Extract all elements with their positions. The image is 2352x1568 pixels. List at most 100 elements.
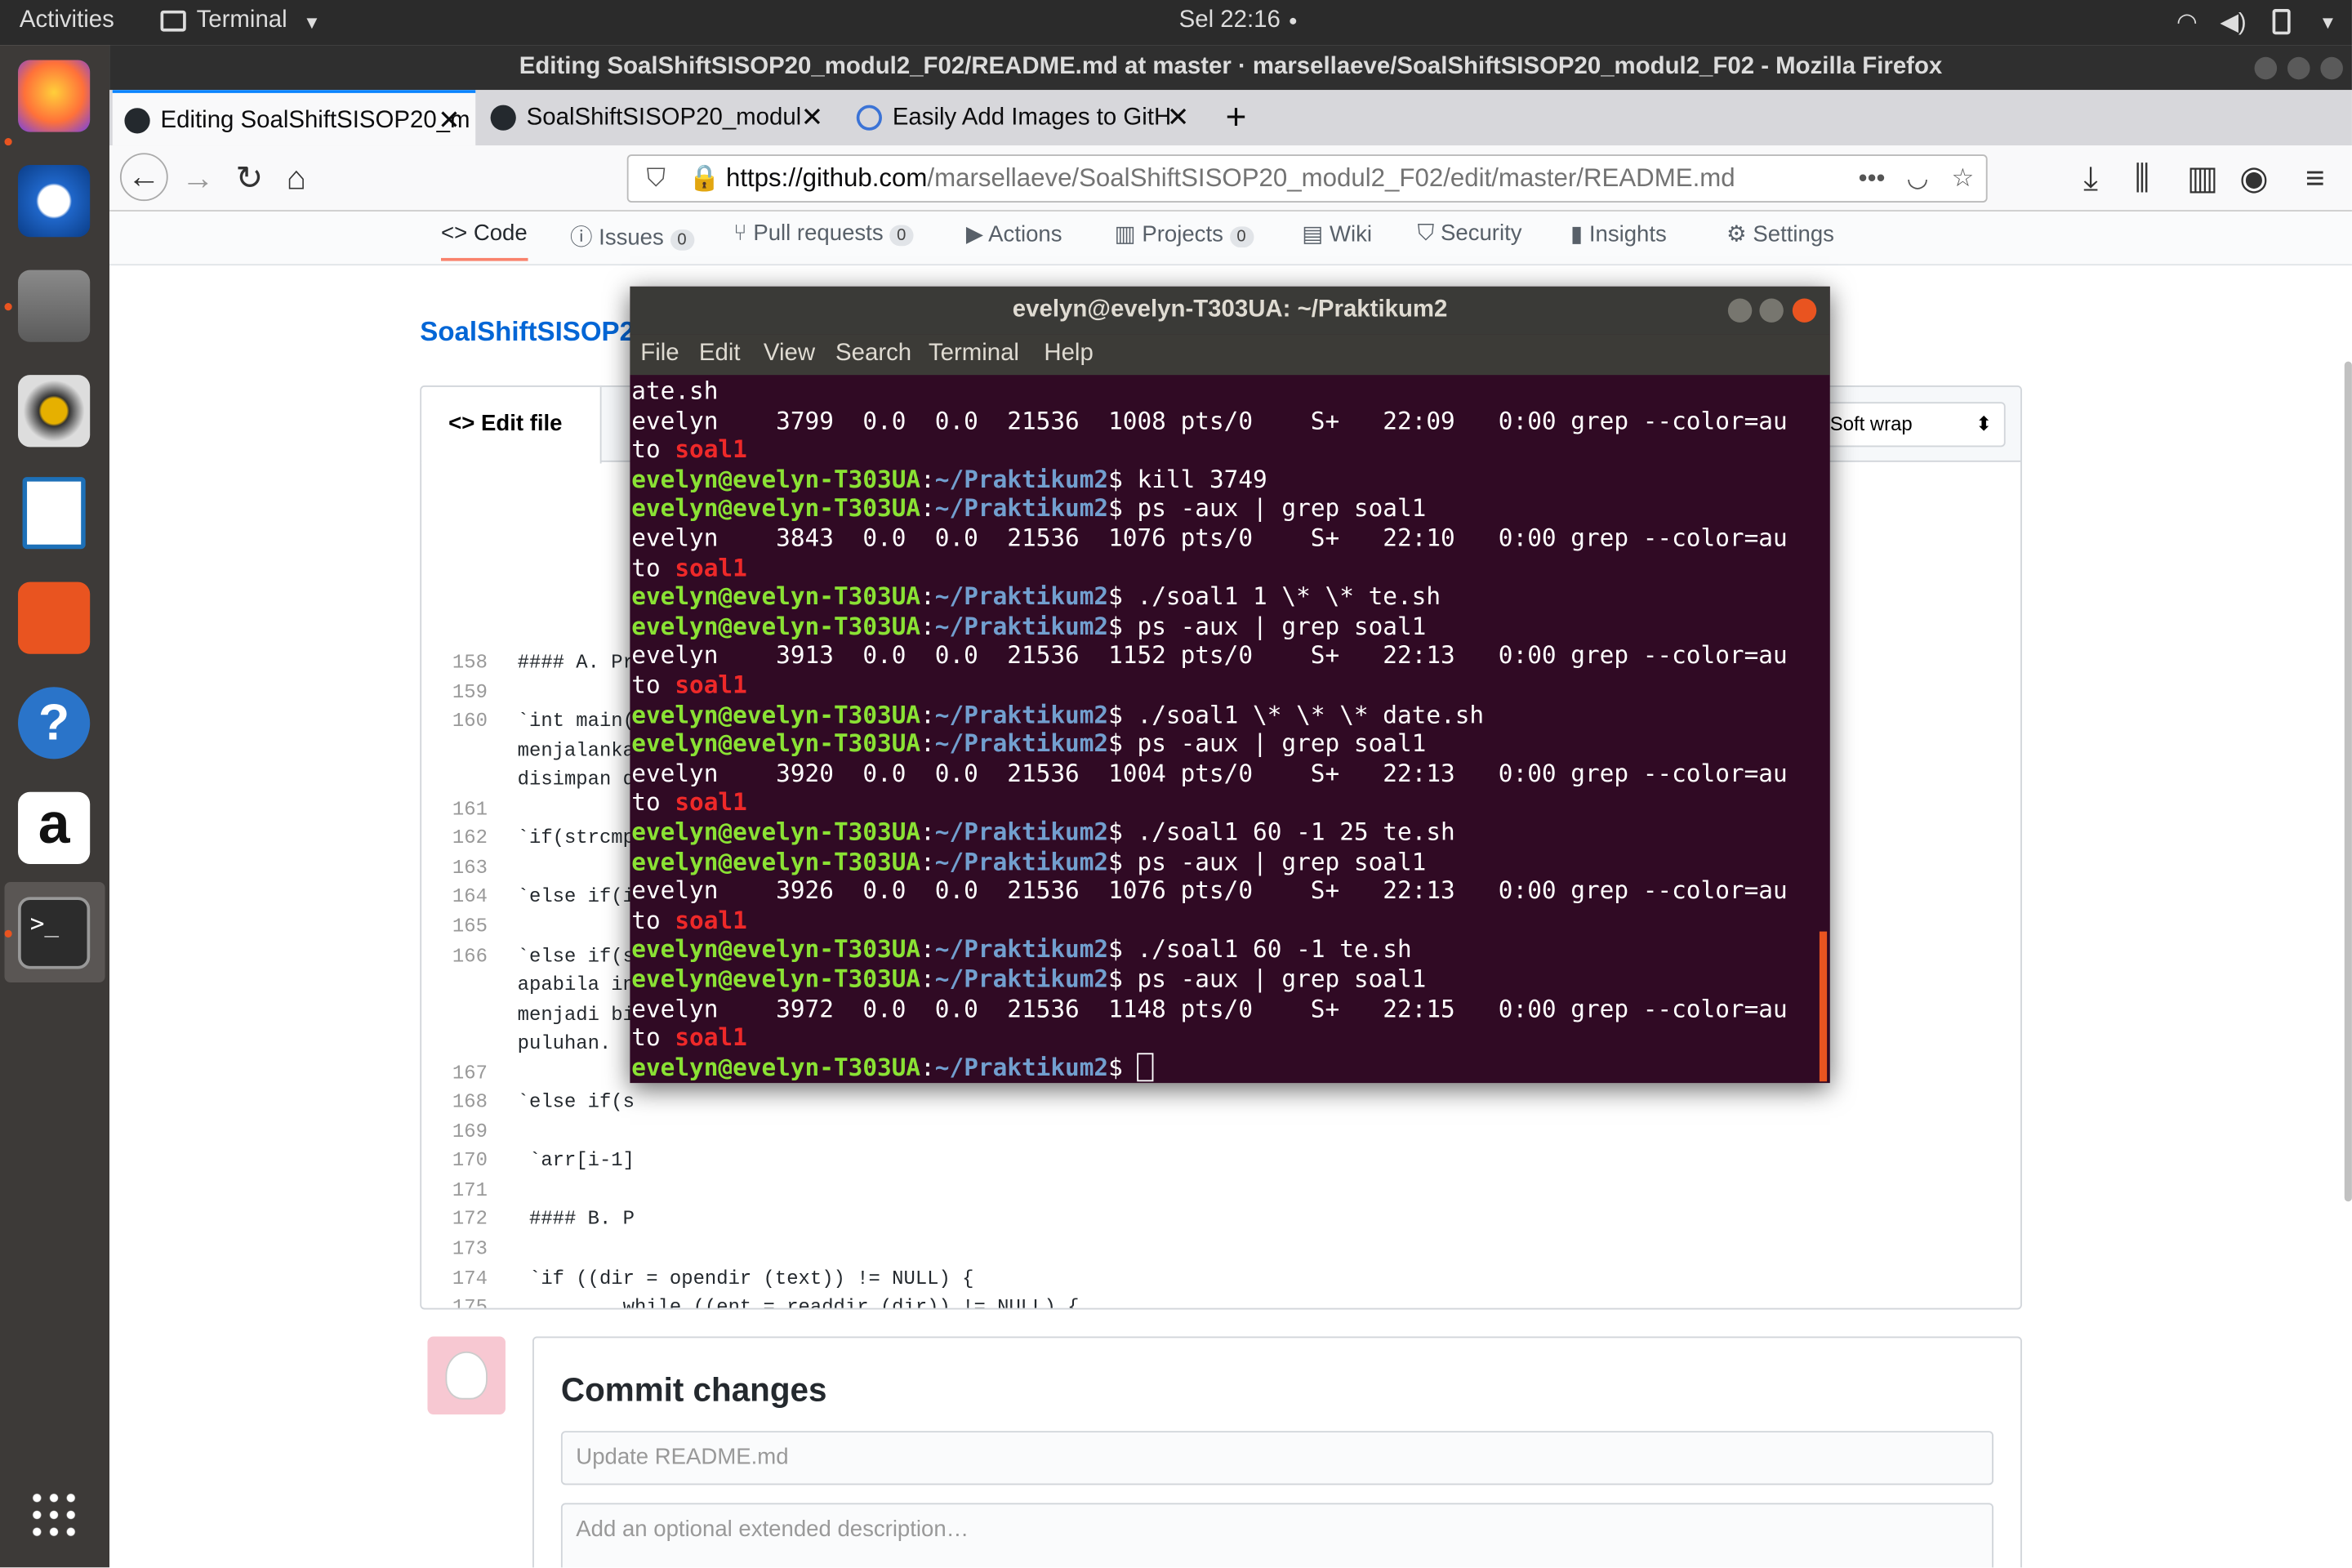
output-text: evelyn 3913 0.0 0.0 21536 1152 pts/0 S+ … [631, 640, 1788, 670]
system-menu-chevron-icon[interactable]: ▼ [2319, 12, 2337, 33]
shield-icon: ⛉ [1417, 220, 1441, 247]
line-number: 172 [452, 1208, 488, 1231]
menu-search[interactable]: Search [835, 341, 911, 368]
prompt-line: evelyn@evelyn-T303UA:~/Praktikum2$ ps -a… [631, 612, 1427, 640]
tab-actions[interactable]: ▶ Actions [966, 220, 1062, 247]
output-text: to [631, 434, 675, 464]
home-icon[interactable]: ⌂ [287, 159, 306, 198]
software-center-icon[interactable] [18, 581, 91, 654]
clock[interactable]: Sel 22:16 [1179, 7, 1281, 34]
volume-icon[interactable]: ◀) [2220, 7, 2246, 38]
firefox-icon[interactable] [18, 60, 91, 132]
line-number: 167 [452, 1061, 488, 1085]
edit-file-tab[interactable]: <> Edit file [421, 386, 602, 464]
back-icon[interactable]: ← [119, 153, 168, 202]
tab-repo[interactable]: SoalShiftSISOP20_modul ✕ [479, 90, 839, 145]
maximize-icon[interactable] [2287, 56, 2310, 80]
minimize-icon[interactable] [2254, 56, 2278, 80]
forward-icon[interactable]: → [181, 159, 214, 198]
shield-icon[interactable]: ⛉ [647, 156, 666, 201]
lock-icon[interactable]: 🔒 [688, 156, 720, 201]
output-text: to [631, 905, 675, 934]
menu-icon[interactable]: ≡ [2305, 159, 2325, 198]
libreoffice-writer-icon[interactable] [22, 477, 86, 550]
url-path: /marsellaeve/SoalShiftSISOP20_modul2_F02… [927, 163, 1735, 193]
terminal-app-icon [160, 10, 186, 32]
download-icon[interactable]: ⤓ [2083, 159, 2098, 198]
tab-security[interactable]: ⛉ Security [1418, 220, 1522, 246]
sidebar-icon[interactable]: ▥ [2187, 159, 2218, 198]
close-tab-icon[interactable]: ✕ [801, 90, 824, 145]
thunderbird-icon[interactable] [18, 165, 91, 238]
tab-label: Pull requests [753, 220, 884, 247]
commit-description-input[interactable]: Add an optional extended description… [560, 1503, 1993, 1568]
menu-edit[interactable]: Edit [699, 341, 741, 368]
output-line: evelyn 3926 0.0 0.0 21536 1076 pts/0 S+ … [631, 876, 1787, 906]
page-actions-icon[interactable]: ••• [1859, 156, 1886, 201]
close-tab-icon[interactable]: ✕ [1167, 90, 1190, 145]
output-line: evelyn 3913 0.0 0.0 21536 1152 pts/0 S+ … [631, 641, 1787, 671]
page-scrollbar[interactable] [2344, 361, 2352, 1202]
reload-icon[interactable]: ↻ [235, 159, 263, 198]
minimize-icon[interactable] [1727, 298, 1753, 323]
tab-easily-add-images[interactable]: Easily Add Images to GitH ✕ [844, 90, 1205, 145]
new-tab-button[interactable]: + [1219, 90, 1264, 145]
activities-button[interactable]: Activities [20, 7, 114, 34]
pocket-icon[interactable]: ◡ [1906, 156, 1928, 201]
account-icon[interactable]: ◉ [2239, 159, 2268, 198]
prompt-path: ~/Praktikum2 [934, 846, 1109, 875]
url-host: https://github.com [725, 163, 928, 193]
help-icon[interactable]: ? [18, 687, 91, 760]
tab-code[interactable]: <> Code [440, 220, 528, 261]
tab-editing-readme[interactable]: Editing SoalShiftSISOP20_m ✕ [112, 90, 476, 146]
rhythmbox-icon[interactable] [18, 375, 91, 448]
terminal-title: evelyn@evelyn-T303UA: ~/Praktikum2 [1012, 296, 1448, 323]
tab-issues[interactable]: ⓘ Issues 0 [570, 220, 694, 252]
files-icon[interactable] [18, 270, 91, 342]
tab-projects[interactable]: ▥ Projects 0 [1115, 220, 1254, 248]
prompt-line: evelyn@evelyn-T303UA:~/Praktikum2$ ./soa… [631, 817, 1455, 846]
amazon-icon[interactable]: a [18, 791, 91, 864]
terminal-title-bar[interactable]: evelyn@evelyn-T303UA: ~/Praktikum2 [630, 286, 1830, 335]
menu-file[interactable]: File [640, 341, 679, 368]
library-icon[interactable]: ⫼ [2135, 159, 2150, 198]
close-icon[interactable] [1792, 298, 1817, 323]
github-icon [124, 108, 150, 134]
chevron-down-icon: ▼ [303, 11, 321, 33]
menu-terminal[interactable]: Terminal [929, 341, 1019, 368]
avatar[interactable] [427, 1336, 506, 1415]
line-text: `if ((dir = opendir (text)) != NULL) { [517, 1267, 974, 1290]
prompt-line: evelyn@evelyn-T303UA:~/Praktikum2$ kill … [631, 465, 1267, 493]
app-menu[interactable]: Terminal [197, 7, 287, 34]
site-icon [856, 105, 882, 131]
terminal-icon[interactable]: >_ [18, 897, 91, 969]
output-line: to soal1 [631, 906, 747, 936]
tab-insights[interactable]: ▮ Insights [1570, 220, 1667, 247]
menu-help[interactable]: Help [1044, 341, 1093, 368]
commit-summary-input[interactable]: Update README.md [560, 1431, 1993, 1486]
tab-label: Easily Add Images to GitH [892, 105, 1172, 131]
prompt-user: evelyn@evelyn-T303UA [631, 465, 921, 493]
tab-pull-requests[interactable]: ⑂ Pull requests 0 [733, 220, 914, 247]
issue-icon: ⓘ [569, 225, 599, 251]
prompt-path: ~/Praktikum2 [934, 493, 1109, 523]
battery-icon[interactable] [2272, 9, 2291, 35]
tab-strip: Editing SoalShiftSISOP20_m ✕ SoalShiftSI… [109, 90, 2352, 146]
terminal-window[interactable]: evelyn@evelyn-T303UA: ~/Praktikum2 File … [630, 286, 1830, 1084]
close-tab-icon[interactable]: ✕ [438, 93, 461, 145]
tab-wiki[interactable]: ▤ Wiki [1302, 220, 1372, 247]
terminal-scrollbar[interactable] [1819, 931, 1828, 1082]
soft-wrap-select[interactable]: Soft wrap ⬍ [1816, 402, 2006, 448]
close-window-icon[interactable] [2320, 56, 2343, 80]
prompt-user: evelyn@evelyn-T303UA [631, 493, 921, 523]
wifi-icon[interactable]: ◠ [2176, 7, 2198, 38]
maximize-icon[interactable] [1759, 298, 1784, 323]
show-apps-icon[interactable] [28, 1489, 80, 1541]
output-text: evelyn 3926 0.0 0.0 21536 1076 pts/0 S+ … [631, 875, 1788, 905]
menu-view[interactable]: View [764, 341, 815, 368]
bookmark-star-icon[interactable]: ☆ [1952, 156, 1975, 201]
gear-icon: ⚙ [1726, 221, 1753, 248]
repo-link[interactable]: SoalShiftSISOP2 [420, 317, 635, 349]
tab-settings[interactable]: ⚙ Settings [1726, 220, 1834, 247]
url-bar[interactable]: ⛉ 🔒 https://github.com/marsellaeve/SoalS… [626, 154, 1988, 203]
